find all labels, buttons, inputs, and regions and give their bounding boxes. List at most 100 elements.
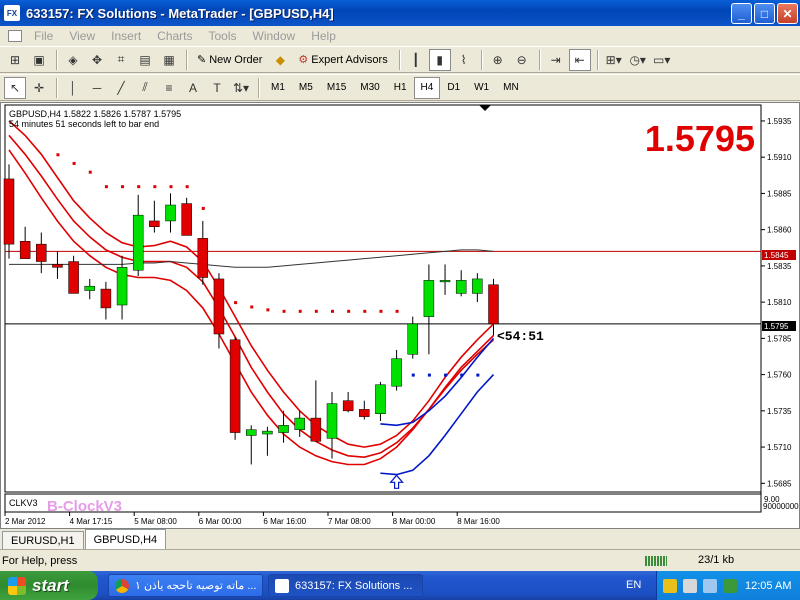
red-signal-dot xyxy=(201,206,205,210)
timeframe-h4[interactable]: H4 xyxy=(413,76,441,99)
trendline-icon[interactable]: ╱ xyxy=(110,77,132,99)
price-tick-label: 1.5835 xyxy=(767,262,792,271)
mdi-window-icon[interactable] xyxy=(8,30,22,42)
bearish-candle xyxy=(181,203,192,236)
minimize-button[interactable]: _ xyxy=(731,3,752,24)
text-tool-icon[interactable]: A xyxy=(182,77,204,99)
candlestick-chart-icon[interactable]: ▮ xyxy=(428,48,451,71)
auto-scroll-icon[interactable]: ⇥ xyxy=(545,49,567,71)
tab-gbpusd-h4[interactable]: GBPUSD,H4 xyxy=(84,529,167,549)
red-signal-dot xyxy=(88,170,92,174)
text-label-icon[interactable]: T xyxy=(206,77,228,99)
red-signal-dot xyxy=(250,305,254,309)
bar-chart-icon[interactable]: ┃ xyxy=(405,49,427,71)
expert-advisors-icon: ⚙ xyxy=(298,54,309,66)
chart-header-line: GBPUSD,H4 1.5822 1.5826 1.5787 1.5795 xyxy=(9,109,181,119)
fibonacci-icon[interactable]: ≡ xyxy=(158,77,180,99)
profiles-icon[interactable]: ▣ xyxy=(28,49,50,71)
menu-window[interactable]: Window xyxy=(245,29,304,43)
bearish-candle xyxy=(359,409,370,417)
network-icon[interactable] xyxy=(683,578,697,593)
line-studies-toolbar: ↖ ✛ │ ─ ╱ ⫽ ≡ A T ⇅▾ M1 M5 M15 M30 H1 H4… xyxy=(0,74,800,101)
bearish-candle xyxy=(100,288,112,309)
crosshair-icon[interactable]: ✛ xyxy=(28,77,50,99)
red-signal-dot xyxy=(298,309,302,313)
equidistant-channel-icon[interactable]: ⫽ xyxy=(134,77,156,99)
periods-icon[interactable]: ◷▾ xyxy=(627,49,649,71)
system-clock[interactable]: 12:05 AM xyxy=(745,580,791,592)
menu-file[interactable]: File xyxy=(26,29,61,43)
timeframe-w1[interactable]: W1 xyxy=(467,77,496,99)
new-chart-icon[interactable]: ⊞ xyxy=(4,49,26,71)
line-chart-icon[interactable]: ⌇ xyxy=(453,49,475,71)
bearish-candle xyxy=(342,400,354,412)
indicators-icon[interactable]: ⊞▾ xyxy=(603,49,625,71)
red-signal-dot xyxy=(379,309,383,313)
price-tick-label: 1.5785 xyxy=(767,334,792,343)
bullish-candle xyxy=(165,204,176,222)
tab-eurusd-h1[interactable]: EURUSD,H1 xyxy=(2,531,84,549)
language-indicator[interactable]: EN xyxy=(626,579,641,591)
timeframe-mn[interactable]: MN xyxy=(496,77,526,99)
timeframe-h1[interactable]: H1 xyxy=(387,77,414,99)
shield-icon[interactable] xyxy=(663,578,677,593)
metaeditor-icon[interactable]: ◆ xyxy=(269,49,291,71)
terminal-icon[interactable]: ▤ xyxy=(134,49,156,71)
timeframe-m30[interactable]: M30 xyxy=(353,77,386,99)
time-tick-label: 5 Mar 08:00 xyxy=(134,517,177,526)
up-arrow-signal xyxy=(389,474,404,489)
menu-tools[interactable]: Tools xyxy=(201,29,245,43)
taskbar-item-metatrader[interactable]: 633157: FX Solutions ... xyxy=(268,574,423,597)
blue-signal-dot xyxy=(476,373,480,377)
volume-icon[interactable] xyxy=(703,578,717,593)
price-chart[interactable]: 1.5935 1.5910 1.5885 1.5860 1.5835 1.5810 1.57… xyxy=(1,103,799,528)
price-scale: 1.5935 1.5910 1.5885 1.5860 1.5835 1.5810 1.57… xyxy=(761,117,792,488)
data-window-icon[interactable]: ⌗ xyxy=(110,49,132,71)
cursor-icon[interactable]: ↖ xyxy=(4,76,26,99)
menu-insert[interactable]: Insert xyxy=(103,29,149,43)
price-tick-label: 1.5710 xyxy=(767,443,792,452)
close-button[interactable]: ✕ xyxy=(777,3,798,24)
templates-icon[interactable]: ▭▾ xyxy=(651,49,673,71)
start-button[interactable]: start xyxy=(0,571,98,600)
chart-shift-icon[interactable]: ⇤ xyxy=(568,48,591,71)
system-tray: 12:05 AM xyxy=(656,571,800,600)
timeframe-m5[interactable]: M5 xyxy=(292,77,320,99)
chart-window[interactable]: 1.5935 1.5910 1.5885 1.5860 1.5835 1.5810 1.57… xyxy=(0,102,800,529)
strategy-tester-icon[interactable]: ▦ xyxy=(158,49,180,71)
arrows-icon[interactable]: ⇅▾ xyxy=(230,77,252,99)
updates-icon[interactable] xyxy=(723,578,737,593)
horizontal-line-icon[interactable]: ─ xyxy=(86,77,108,99)
bullish-candle xyxy=(407,323,418,355)
toolbar-separator xyxy=(480,49,483,70)
upper-line-price-label: 1.5845 xyxy=(764,251,789,260)
market-watch-icon[interactable]: ◈ xyxy=(62,49,84,71)
vertical-line-icon[interactable]: │ xyxy=(62,77,84,99)
expert-advisors-button[interactable]: ⚙ Expert Advisors xyxy=(293,49,392,71)
price-tick-label: 1.5685 xyxy=(767,479,792,488)
red-signal-dot xyxy=(153,185,157,189)
new-order-button[interactable]: ✎ New Order xyxy=(192,49,267,71)
bearish-candle xyxy=(310,417,322,442)
chart-shift-marker[interactable] xyxy=(479,105,491,111)
price-tick-label: 1.5860 xyxy=(767,226,792,235)
zoom-in-icon[interactable]: ⊕ xyxy=(487,49,509,71)
chrome-icon xyxy=(115,578,129,593)
current-price-label: 1.5795 xyxy=(764,322,789,331)
menu-help[interactable]: Help xyxy=(303,29,344,43)
red-signal-dot xyxy=(72,161,76,165)
red-signal-dot xyxy=(266,308,270,312)
menu-view[interactable]: View xyxy=(61,29,103,43)
time-tick-label: 4 Mar 17:15 xyxy=(70,517,113,526)
timeframe-d1[interactable]: D1 xyxy=(440,77,467,99)
menu-charts[interactable]: Charts xyxy=(149,29,200,43)
taskbar-item-browser[interactable]: ماته توصيه تاحجه ياذن ١ ... xyxy=(108,574,263,597)
zoom-out-icon[interactable]: ⊖ xyxy=(511,49,533,71)
navigator-icon[interactable]: ✥ xyxy=(86,49,108,71)
time-tick-label: 8 Mar 00:00 xyxy=(393,517,436,526)
bearish-candle xyxy=(68,261,79,294)
timeframe-m1[interactable]: M1 xyxy=(264,77,292,99)
timeframe-m15[interactable]: M15 xyxy=(320,77,353,99)
status-bar: For Help, press 23/1 kb xyxy=(0,549,800,571)
maximize-button[interactable]: □ xyxy=(754,3,775,24)
